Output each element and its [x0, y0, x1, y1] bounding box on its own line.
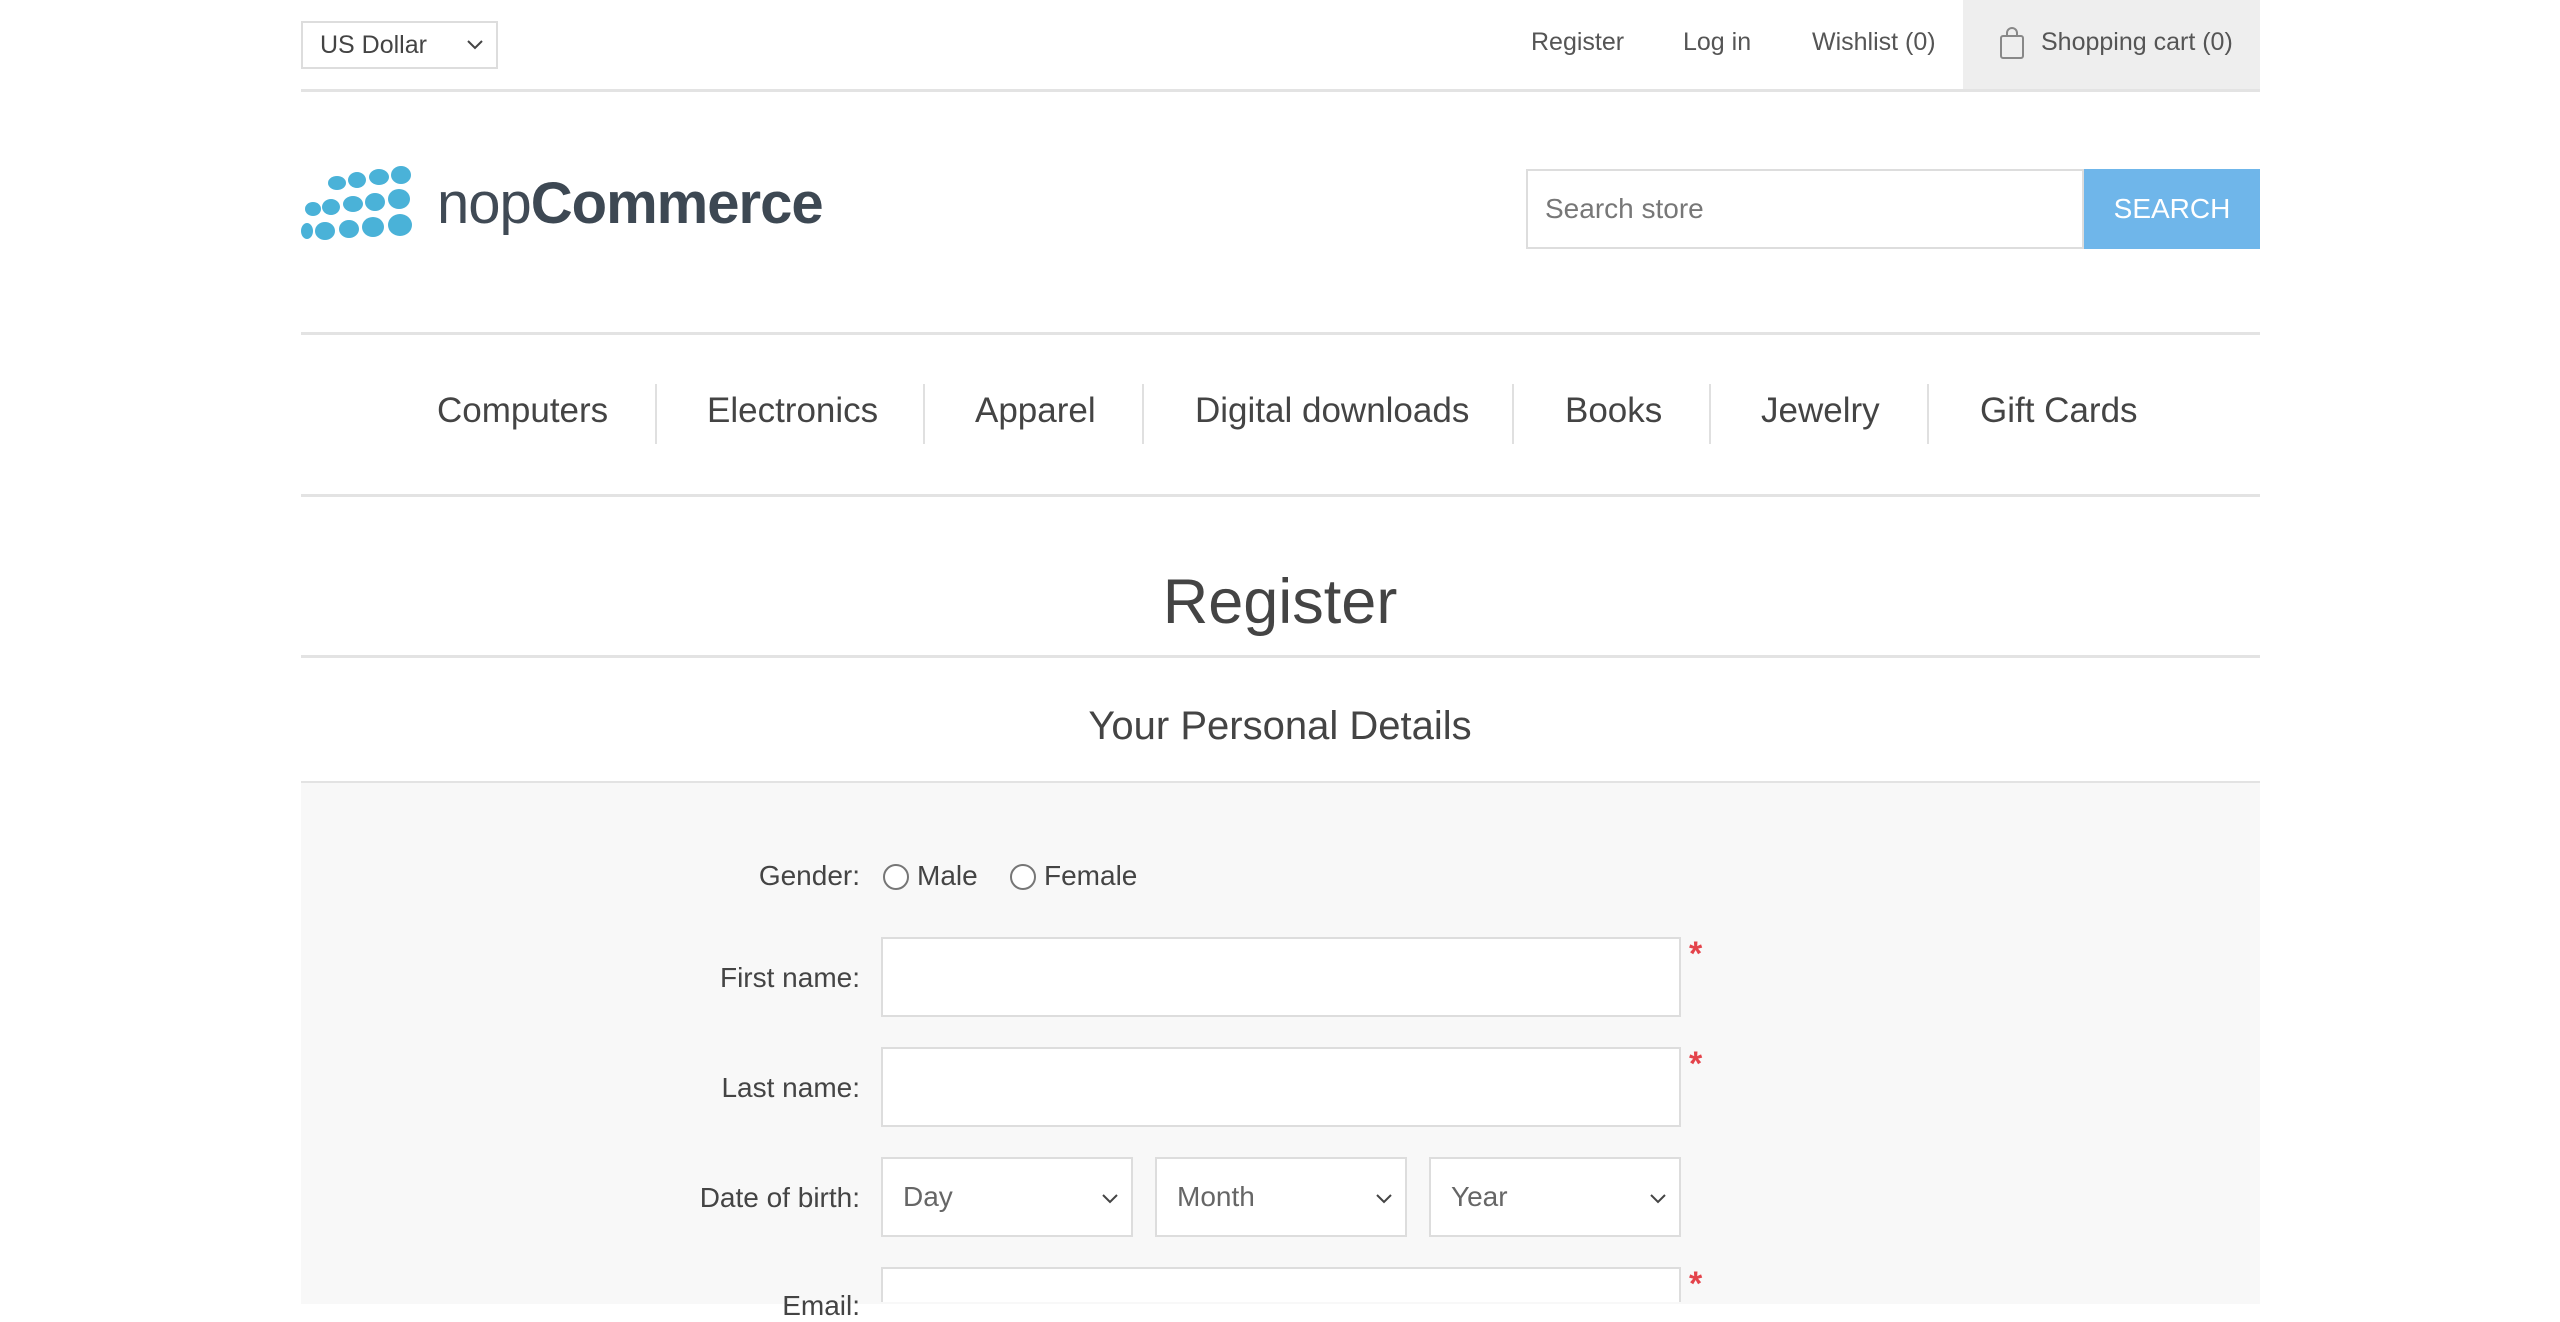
first-name-label: First name: — [719, 962, 860, 993]
search-button[interactable]: SEARCH — [2084, 169, 2260, 249]
nav-item-digital-downloads[interactable]: Digital downloads — [1195, 391, 1469, 431]
chevron-down-icon — [1102, 1194, 1118, 1204]
page-title: Register — [1162, 567, 1398, 637]
gender-male-label[interactable]: Male — [917, 860, 978, 892]
header-divider — [301, 89, 2260, 92]
nav-item-jewelry[interactable]: Jewelry — [1761, 391, 1880, 431]
dob-day-select[interactable]: Day — [881, 1157, 1133, 1237]
gender-label: Gender: — [758, 860, 860, 891]
required-marker: * — [1689, 1045, 1703, 1083]
search-input[interactable]: Search store — [1526, 169, 2084, 249]
dob-year-select[interactable]: Year — [1429, 1157, 1681, 1237]
nav-separator — [1927, 384, 1929, 444]
gender-female-radio[interactable] — [1010, 864, 1036, 890]
required-marker: * — [1689, 935, 1703, 973]
gender-male-radio[interactable] — [883, 864, 909, 890]
nav-separator — [923, 384, 925, 444]
register-link[interactable]: Register — [1531, 28, 1624, 57]
nav-item-books[interactable]: Books — [1565, 391, 1662, 431]
currency-value: US Dollar — [320, 30, 427, 59]
title-divider — [301, 655, 2260, 658]
logo-text[interactable]: nopCommerce — [437, 170, 824, 237]
search-placeholder: Search store — [1545, 193, 1704, 224]
chevron-down-icon — [1650, 1194, 1666, 1204]
required-marker: * — [1689, 1265, 1703, 1303]
logo-text-light: nop — [437, 171, 532, 236]
nav-bottom-divider — [301, 494, 2260, 497]
currency-select[interactable]: US Dollar — [301, 21, 498, 69]
dob-day-value: Day — [903, 1181, 953, 1212]
email-label: Email: — [782, 1290, 860, 1321]
login-link[interactable]: Log in — [1683, 28, 1751, 57]
nav-item-apparel[interactable]: Apparel — [975, 391, 1096, 431]
logo-text-bold: Commerce — [530, 171, 824, 236]
nav-separator — [1512, 384, 1514, 444]
chevron-down-icon — [1376, 1194, 1392, 1204]
first-name-field[interactable] — [881, 937, 1681, 1017]
dob-year-value: Year — [1451, 1181, 1508, 1212]
nav-separator — [655, 384, 657, 444]
nopcommerce-logo-icon — [301, 166, 412, 240]
chevron-down-icon — [467, 40, 483, 50]
wishlist-link[interactable]: Wishlist (0) — [1812, 28, 1936, 57]
nav-item-gift-cards[interactable]: Gift Cards — [1980, 391, 2138, 431]
nav-top-divider — [301, 332, 2260, 335]
dob-month-value: Month — [1177, 1181, 1255, 1212]
nav-separator — [1709, 384, 1711, 444]
shopping-cart-label[interactable]: Shopping cart (0) — [2041, 28, 2233, 57]
email-field[interactable] — [881, 1267, 1681, 1302]
section-title: Your Personal Details — [1088, 704, 1472, 748]
last-name-label: Last name: — [721, 1072, 860, 1103]
last-name-field[interactable] — [881, 1047, 1681, 1127]
nav-item-electronics[interactable]: Electronics — [707, 391, 878, 431]
date-of-birth-label: Date of birth: — [699, 1182, 860, 1213]
dob-month-select[interactable]: Month — [1155, 1157, 1407, 1237]
gender-female-label[interactable]: Female — [1044, 860, 1137, 892]
nav-separator — [1142, 384, 1144, 444]
shopping-bag-icon — [2000, 27, 2024, 59]
nav-item-computers[interactable]: Computers — [437, 391, 608, 431]
